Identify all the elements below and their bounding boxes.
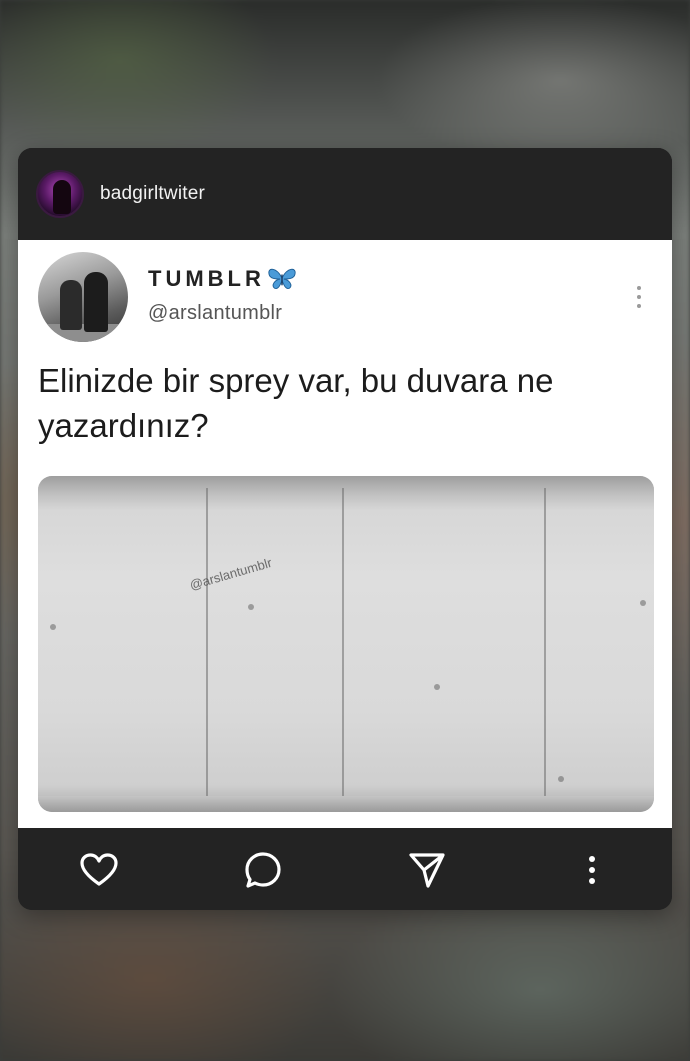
tweet-text: Elinizde bir sprey var, bu duvara ne yaz… [38,362,554,444]
tweet-more-icon[interactable] [636,286,642,308]
poster-username[interactable]: badgirltwiter [100,183,205,205]
comment-button[interactable] [243,850,283,890]
send-icon [409,853,445,888]
image-watermark: @arslantumblr [187,554,274,593]
tweet-handle: @arslantumblr [148,302,283,324]
post-header: badgirltwiter [18,148,672,240]
poster-avatar[interactable] [36,170,84,218]
post-more-button[interactable] [572,850,612,890]
heart-icon [80,853,118,886]
butterfly-icon [268,268,296,290]
post-card: badgirltwiter TUMBLR @arslantumblr Elini… [18,148,672,910]
tweet-header: TUMBLR @arslantumblr [38,252,297,342]
post-content: TUMBLR @arslantumblr Elinizde bir sprey … [18,240,672,828]
tweet-image-concrete-wall: @arslantumblr [38,476,654,812]
more-vertical-icon [589,856,595,884]
like-button[interactable] [79,850,119,890]
share-button[interactable] [407,850,447,890]
comment-bubble-icon [245,852,281,888]
tweet-display-name: TUMBLR [148,266,265,291]
tweet-author-avatar [38,252,128,342]
post-action-bar [18,828,672,910]
